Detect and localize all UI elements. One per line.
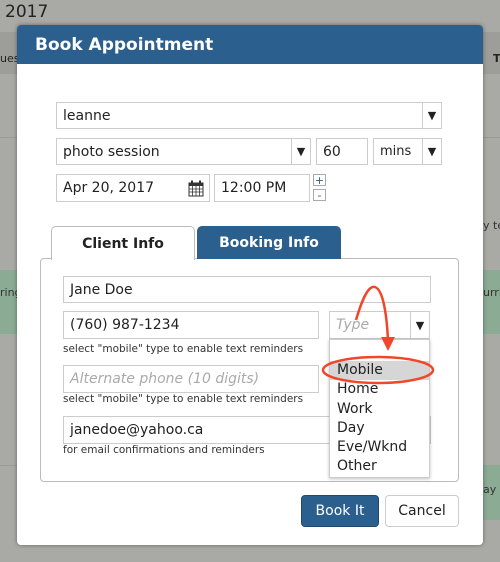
annotation-overlay (321, 285, 435, 385)
arrow-head-icon (381, 337, 395, 351)
arrow-line (354, 285, 390, 341)
highlight-ellipse (321, 355, 435, 385)
cancel-button[interactable]: Cancel (385, 495, 459, 527)
book-it-button[interactable]: Book It (301, 495, 379, 527)
